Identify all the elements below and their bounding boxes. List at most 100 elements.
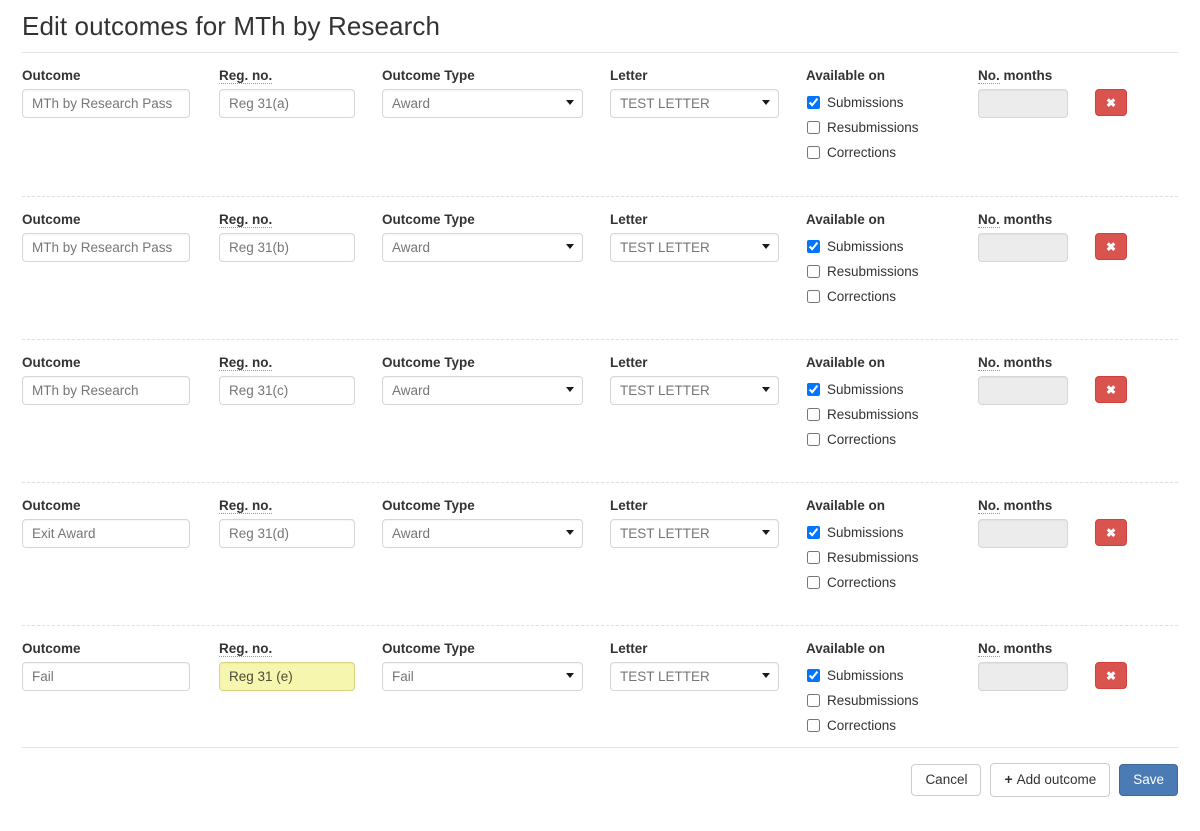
delete-field-group: ✖ [1095, 211, 1157, 260]
checkbox-resubmissions[interactable]: Resubmissions [806, 545, 978, 570]
resubmissions-checkbox[interactable] [807, 121, 820, 134]
checkbox-resubmissions[interactable]: Resubmissions [806, 115, 978, 140]
edit-outcomes-page: Edit outcomes for MTh by Research Outcom… [0, 0, 1200, 831]
outcome-label: Outcome [22, 211, 219, 228]
letter-select[interactable]: TEST LETTER [610, 519, 779, 548]
no-months-input[interactable] [978, 662, 1068, 691]
checkbox-resubmissions[interactable]: Resubmissions [806, 688, 978, 713]
cancel-button[interactable]: Cancel [911, 764, 981, 797]
outcome-input[interactable] [22, 376, 190, 405]
delete-outcome-button[interactable]: ✖ [1095, 519, 1127, 546]
checkbox-submissions[interactable]: Submissions [806, 663, 978, 688]
checkbox-resubmissions[interactable]: Resubmissions [806, 402, 978, 427]
resubmissions-checkbox[interactable] [807, 408, 820, 421]
no-months-abbr: No. [978, 355, 1000, 371]
reg-no-input[interactable] [219, 233, 355, 262]
outcome-type-select-wrap: AwardFail [382, 376, 583, 405]
reg-no-field-group: Reg. no. [219, 640, 382, 691]
corrections-checkbox[interactable] [807, 433, 820, 446]
available-on-field-group: Available on SubmissionsResubmissionsCorr… [806, 211, 978, 309]
letter-label: Letter [610, 640, 806, 657]
corrections-checkbox[interactable] [807, 576, 820, 589]
no-months-input[interactable] [978, 233, 1068, 262]
outcome-input[interactable] [22, 662, 190, 691]
available-on-label: Available on [806, 211, 978, 228]
checkbox-resubmissions[interactable]: Resubmissions [806, 259, 978, 284]
corrections-checkbox[interactable] [807, 146, 820, 159]
no-months-label-rest: months [1000, 641, 1053, 656]
letter-label: Letter [610, 211, 806, 228]
resubmissions-checkbox[interactable] [807, 265, 820, 278]
reg-no-input[interactable] [219, 662, 355, 691]
letter-select-wrap: TEST LETTER [610, 233, 779, 262]
available-on-checkbox-group: SubmissionsResubmissionsCorrections [806, 376, 978, 452]
available-on-label: Available on [806, 67, 978, 84]
outcome-input[interactable] [22, 233, 190, 262]
outcome-type-field-group: Outcome TypeAwardFail [382, 211, 610, 262]
letter-select[interactable]: TEST LETTER [610, 662, 779, 691]
submissions-checkbox[interactable] [807, 240, 820, 253]
letter-select[interactable]: TEST LETTER [610, 89, 779, 118]
submissions-checkbox[interactable] [807, 96, 820, 109]
outcome-label: Outcome [22, 497, 219, 514]
checkbox-submissions[interactable]: Submissions [806, 90, 978, 115]
letter-field-group: Letter TEST LETTER [610, 211, 806, 262]
checkbox-submissions[interactable]: Submissions [806, 234, 978, 259]
submissions-checkbox[interactable] [807, 669, 820, 682]
outcome-type-select[interactable]: AwardFail [382, 662, 583, 691]
outcome-type-select[interactable]: AwardFail [382, 376, 583, 405]
form-actions: Cancel +Add outcome Save [22, 748, 1178, 797]
reg-no-label: Reg. no. [219, 211, 382, 228]
outcome-type-field-group: Outcome TypeAwardFail [382, 354, 610, 405]
resubmissions-checkbox[interactable] [807, 694, 820, 707]
no-months-input[interactable] [978, 89, 1068, 118]
reg-no-field-group: Reg. no. [219, 211, 382, 262]
delete-field-group: ✖ [1095, 354, 1157, 403]
letter-field-group: LetterTEST LETTER [610, 67, 806, 118]
no-months-input[interactable] [978, 519, 1068, 548]
corrections-checkbox[interactable] [807, 719, 820, 732]
outcome-row: OutcomeReg. no.Outcome TypeAwardFailLett… [22, 53, 1178, 196]
checkbox-corrections[interactable]: Corrections [806, 284, 978, 309]
letter-select[interactable]: TEST LETTER [610, 233, 779, 262]
available-on-checkbox-group: SubmissionsResubmissionsCorrections [806, 662, 978, 738]
delete-outcome-button[interactable]: ✖ [1095, 662, 1127, 689]
reg-no-input[interactable] [219, 519, 355, 548]
letter-select-wrap: TEST LETTER [610, 662, 779, 691]
outcome-type-select[interactable]: AwardFail [382, 89, 583, 118]
checkbox-submissions[interactable]: Submissions [806, 377, 978, 402]
letter-select[interactable]: TEST LETTER [610, 376, 779, 405]
resubmissions-checkbox[interactable] [807, 551, 820, 564]
reg-no-input[interactable] [219, 89, 355, 118]
outcome-input[interactable] [22, 519, 190, 548]
available-on-checkbox-group: SubmissionsResubmissionsCorrections [806, 233, 978, 309]
letter-field-group: LetterTEST LETTER [610, 354, 806, 405]
delete-outcome-button[interactable]: ✖ [1095, 89, 1127, 116]
no-months-input[interactable] [978, 376, 1068, 405]
resubmissions-label: Resubmissions [827, 688, 919, 713]
outcome-input[interactable] [22, 89, 190, 118]
submissions-label: Submissions [827, 377, 904, 402]
reg-no-field-group: Reg. no. [219, 497, 382, 548]
delete-outcome-button[interactable]: ✖ [1095, 376, 1127, 403]
checkbox-corrections[interactable]: Corrections [806, 140, 978, 165]
no-months-abbr: No. [978, 641, 1000, 657]
resubmissions-label: Resubmissions [827, 545, 919, 570]
reg-no-label: Reg. no. [219, 354, 382, 371]
delete-outcome-button[interactable]: ✖ [1095, 233, 1127, 260]
add-outcome-button[interactable]: +Add outcome [990, 763, 1110, 797]
checkbox-corrections[interactable]: Corrections [806, 570, 978, 595]
checkbox-corrections[interactable]: Corrections [806, 427, 978, 452]
submissions-checkbox[interactable] [807, 383, 820, 396]
save-button[interactable]: Save [1119, 764, 1178, 797]
close-icon: ✖ [1106, 241, 1116, 253]
outcome-type-select[interactable]: AwardFail [382, 233, 583, 262]
checkbox-corrections[interactable]: Corrections [806, 713, 978, 738]
reg-no-label-text: Reg. no. [219, 68, 272, 84]
checkbox-submissions[interactable]: Submissions [806, 520, 978, 545]
corrections-checkbox[interactable] [807, 290, 820, 303]
submissions-checkbox[interactable] [807, 526, 820, 539]
close-icon: ✖ [1106, 527, 1116, 539]
reg-no-input[interactable] [219, 376, 355, 405]
outcome-type-select[interactable]: AwardFail [382, 519, 583, 548]
